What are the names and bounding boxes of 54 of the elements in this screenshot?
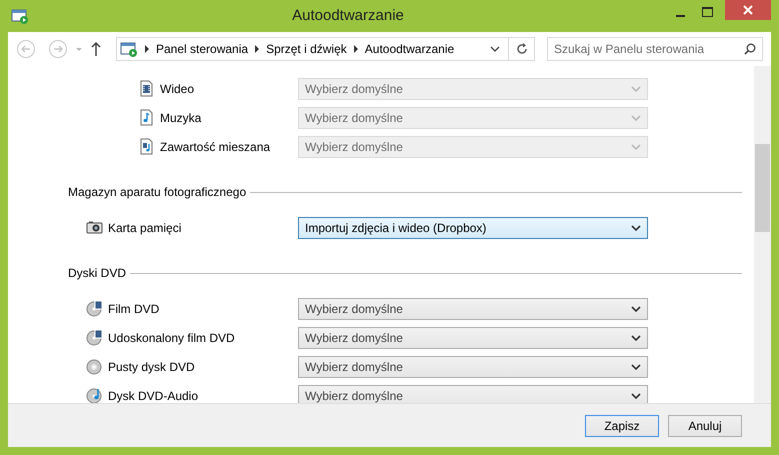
dropdown[interactable]: Importuj zdjęcia i wideo (Dropbox): [298, 216, 648, 238]
address-bar[interactable]: Panel sterowania Sprzęt i dźwięk Autoodtwarzanie: [116, 37, 509, 61]
refresh-icon: [514, 42, 528, 56]
close-button[interactable]: [725, 0, 771, 20]
caret-icon: [631, 334, 641, 342]
chevron-icon: [352, 45, 359, 53]
item-label: Karta pamięci: [108, 220, 182, 236]
disc-icon: [86, 358, 103, 375]
dropdown[interactable]: Wybierz domyślne: [298, 356, 648, 378]
dialog-button[interactable]: Anuluj: [668, 414, 742, 436]
caret-icon: [631, 304, 641, 312]
refresh-button[interactable]: [509, 37, 535, 61]
dropdown[interactable]: Wybierz domyślne: [298, 326, 648, 348]
section-heading: Dyski DVD: [68, 265, 126, 282]
breadcrumb-link[interactable]: Autoodtwarzanie: [364, 40, 454, 58]
maximize-icon: [702, 7, 713, 17]
caret-icon: [631, 224, 641, 232]
caret-icon: [631, 114, 641, 122]
app-icon: [11, 8, 29, 24]
caret-icon: [631, 84, 641, 92]
caret-icon: [631, 392, 641, 400]
search-icon: [744, 43, 756, 55]
dropdown[interactable]: Wybierz domyślne: [298, 384, 648, 403]
caret-icon: [631, 142, 641, 150]
camera-icon: [86, 219, 103, 236]
dropdown[interactable]: Wybierz domyślne: [298, 298, 648, 320]
item-label: Dysk DVD-Audio: [108, 388, 198, 403]
dialog-button[interactable]: Zapisz: [585, 414, 659, 436]
item-label: Udoskonalony film DVD: [108, 330, 235, 346]
caret-icon: [631, 362, 641, 370]
dvd-film-icon: [86, 300, 103, 317]
chevron-icon: [144, 45, 150, 53]
section-heading: Magazyn aparatu fotograficznego: [68, 184, 246, 201]
item-label: Wideo: [160, 80, 194, 98]
mixed-file-icon: [138, 138, 155, 155]
breadcrumb-link[interactable]: Panel sterowania: [156, 40, 248, 58]
search-field[interactable]: Szukaj w Panelu sterowania: [547, 37, 763, 61]
minimize-icon: [676, 14, 685, 16]
control-panel-icon: [120, 41, 138, 57]
breadcrumb-link[interactable]: Sprzęt i dźwięk: [266, 40, 347, 58]
up-button[interactable]: [90, 41, 102, 57]
dvd-film-icon: [86, 329, 103, 346]
dvd-music-icon: [86, 387, 103, 403]
item-label: Pusty dysk DVD: [108, 358, 195, 376]
window-title: Autoodtwarzanie: [291, 6, 405, 26]
item-label: Film DVD: [108, 300, 160, 318]
scrollbar[interactable]: [754, 66, 771, 403]
chevron-icon: [254, 45, 260, 53]
item-label: Zawartość mieszana: [160, 138, 270, 156]
dropdown-icon[interactable]: [490, 45, 500, 53]
close-icon: [743, 5, 753, 15]
item-label: Muzyka: [160, 110, 202, 126]
music-file-icon: [138, 109, 155, 126]
film-file-icon: [138, 80, 155, 97]
